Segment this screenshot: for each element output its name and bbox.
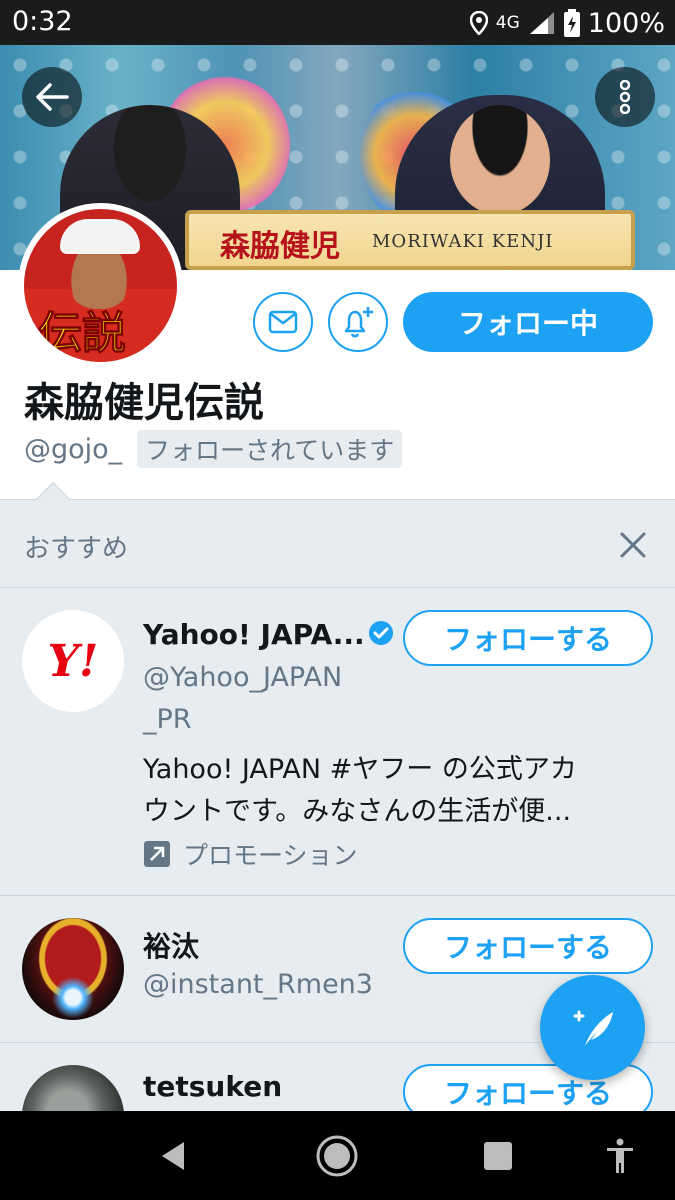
profile-handle: @gojo_ bbox=[24, 434, 123, 465]
profile-avatar[interactable]: 伝説 bbox=[18, 203, 183, 368]
home-circle-icon bbox=[316, 1135, 358, 1177]
nav-recents-button[interactable] bbox=[473, 1131, 523, 1181]
promoted-arrow-icon bbox=[144, 841, 170, 867]
triangle-back-icon bbox=[162, 1142, 184, 1170]
following-button[interactable]: フォロー中 bbox=[403, 292, 653, 352]
recommendation-avatar-tetsuken[interactable] bbox=[22, 1065, 124, 1111]
recommendation-name[interactable]: Yahoo! JAPA... bbox=[143, 618, 365, 651]
promotion-label: プロモーション bbox=[143, 836, 358, 872]
recommendations-title: おすすめ bbox=[24, 534, 129, 564]
signal-icon bbox=[529, 12, 554, 34]
recommendation-name[interactable]: tetsuken bbox=[143, 1070, 282, 1103]
battery-percent: 100% bbox=[587, 7, 665, 39]
verified-badge-icon bbox=[369, 621, 393, 645]
close-recommendations-button[interactable] bbox=[614, 526, 652, 564]
status-bar: 0:32 4G 100% bbox=[0, 0, 675, 45]
accessibility-icon bbox=[607, 1138, 633, 1173]
recommendation-handle: @instant_Rmen3 bbox=[143, 969, 373, 1000]
message-button[interactable] bbox=[253, 292, 313, 352]
recommendation-bio-line2: ウントです。みなさんの生活が便... bbox=[143, 796, 572, 827]
divider bbox=[0, 587, 675, 588]
status-time: 0:32 bbox=[12, 6, 73, 37]
compose-feather-icon bbox=[573, 1010, 613, 1046]
location-icon bbox=[469, 11, 488, 35]
recommendation-avatar-yuta[interactable] bbox=[22, 918, 124, 1020]
square-recents-icon bbox=[484, 1142, 512, 1170]
recommendation-name[interactable]: 裕汰 bbox=[143, 925, 199, 965]
yahoo-logo-text: Y! bbox=[47, 635, 99, 687]
more-options-button[interactable] bbox=[595, 67, 655, 127]
avatar-overlay-text: 伝説 bbox=[38, 308, 127, 360]
status-icons: 4G 100% bbox=[469, 6, 665, 40]
nav-back-button[interactable] bbox=[148, 1131, 198, 1181]
follow-button-yahoo[interactable]: フォローする bbox=[403, 610, 653, 666]
back-button[interactable] bbox=[22, 67, 82, 127]
more-vertical-icon bbox=[620, 80, 630, 114]
bell-plus-icon bbox=[344, 307, 373, 338]
network-type: 4G bbox=[495, 13, 520, 33]
notifications-button[interactable] bbox=[328, 292, 388, 352]
close-icon bbox=[620, 532, 646, 558]
profile-name: 森脇健児伝説 bbox=[24, 380, 264, 426]
banner-plate-title: 森脇健児 bbox=[220, 229, 340, 264]
system-nav-bar bbox=[0, 1111, 675, 1200]
divider bbox=[0, 895, 675, 896]
nav-home-button[interactable] bbox=[312, 1131, 362, 1181]
banner-plate-subtitle: MORIWAKI KENJI bbox=[372, 231, 554, 252]
follows-you-badge: フォローされています bbox=[137, 430, 403, 468]
follow-button-yuta[interactable]: フォローする bbox=[403, 918, 653, 974]
envelope-icon bbox=[268, 310, 298, 334]
recommendation-avatar-yahoo[interactable]: Y! bbox=[22, 610, 124, 712]
arrow-left-icon bbox=[36, 83, 69, 111]
nav-accessibility-button[interactable] bbox=[595, 1131, 645, 1181]
recommendation-bio-line1: Yahoo! JAPAN #ヤフー の公式アカ bbox=[143, 754, 577, 785]
battery-icon bbox=[563, 9, 580, 37]
recommendation-handle-cont: _PR bbox=[143, 704, 192, 735]
promotion-text: プロモーション bbox=[183, 841, 358, 870]
recommendation-handle: @Yahoo_JAPAN bbox=[143, 662, 343, 693]
compose-tweet-button[interactable] bbox=[540, 975, 645, 1080]
